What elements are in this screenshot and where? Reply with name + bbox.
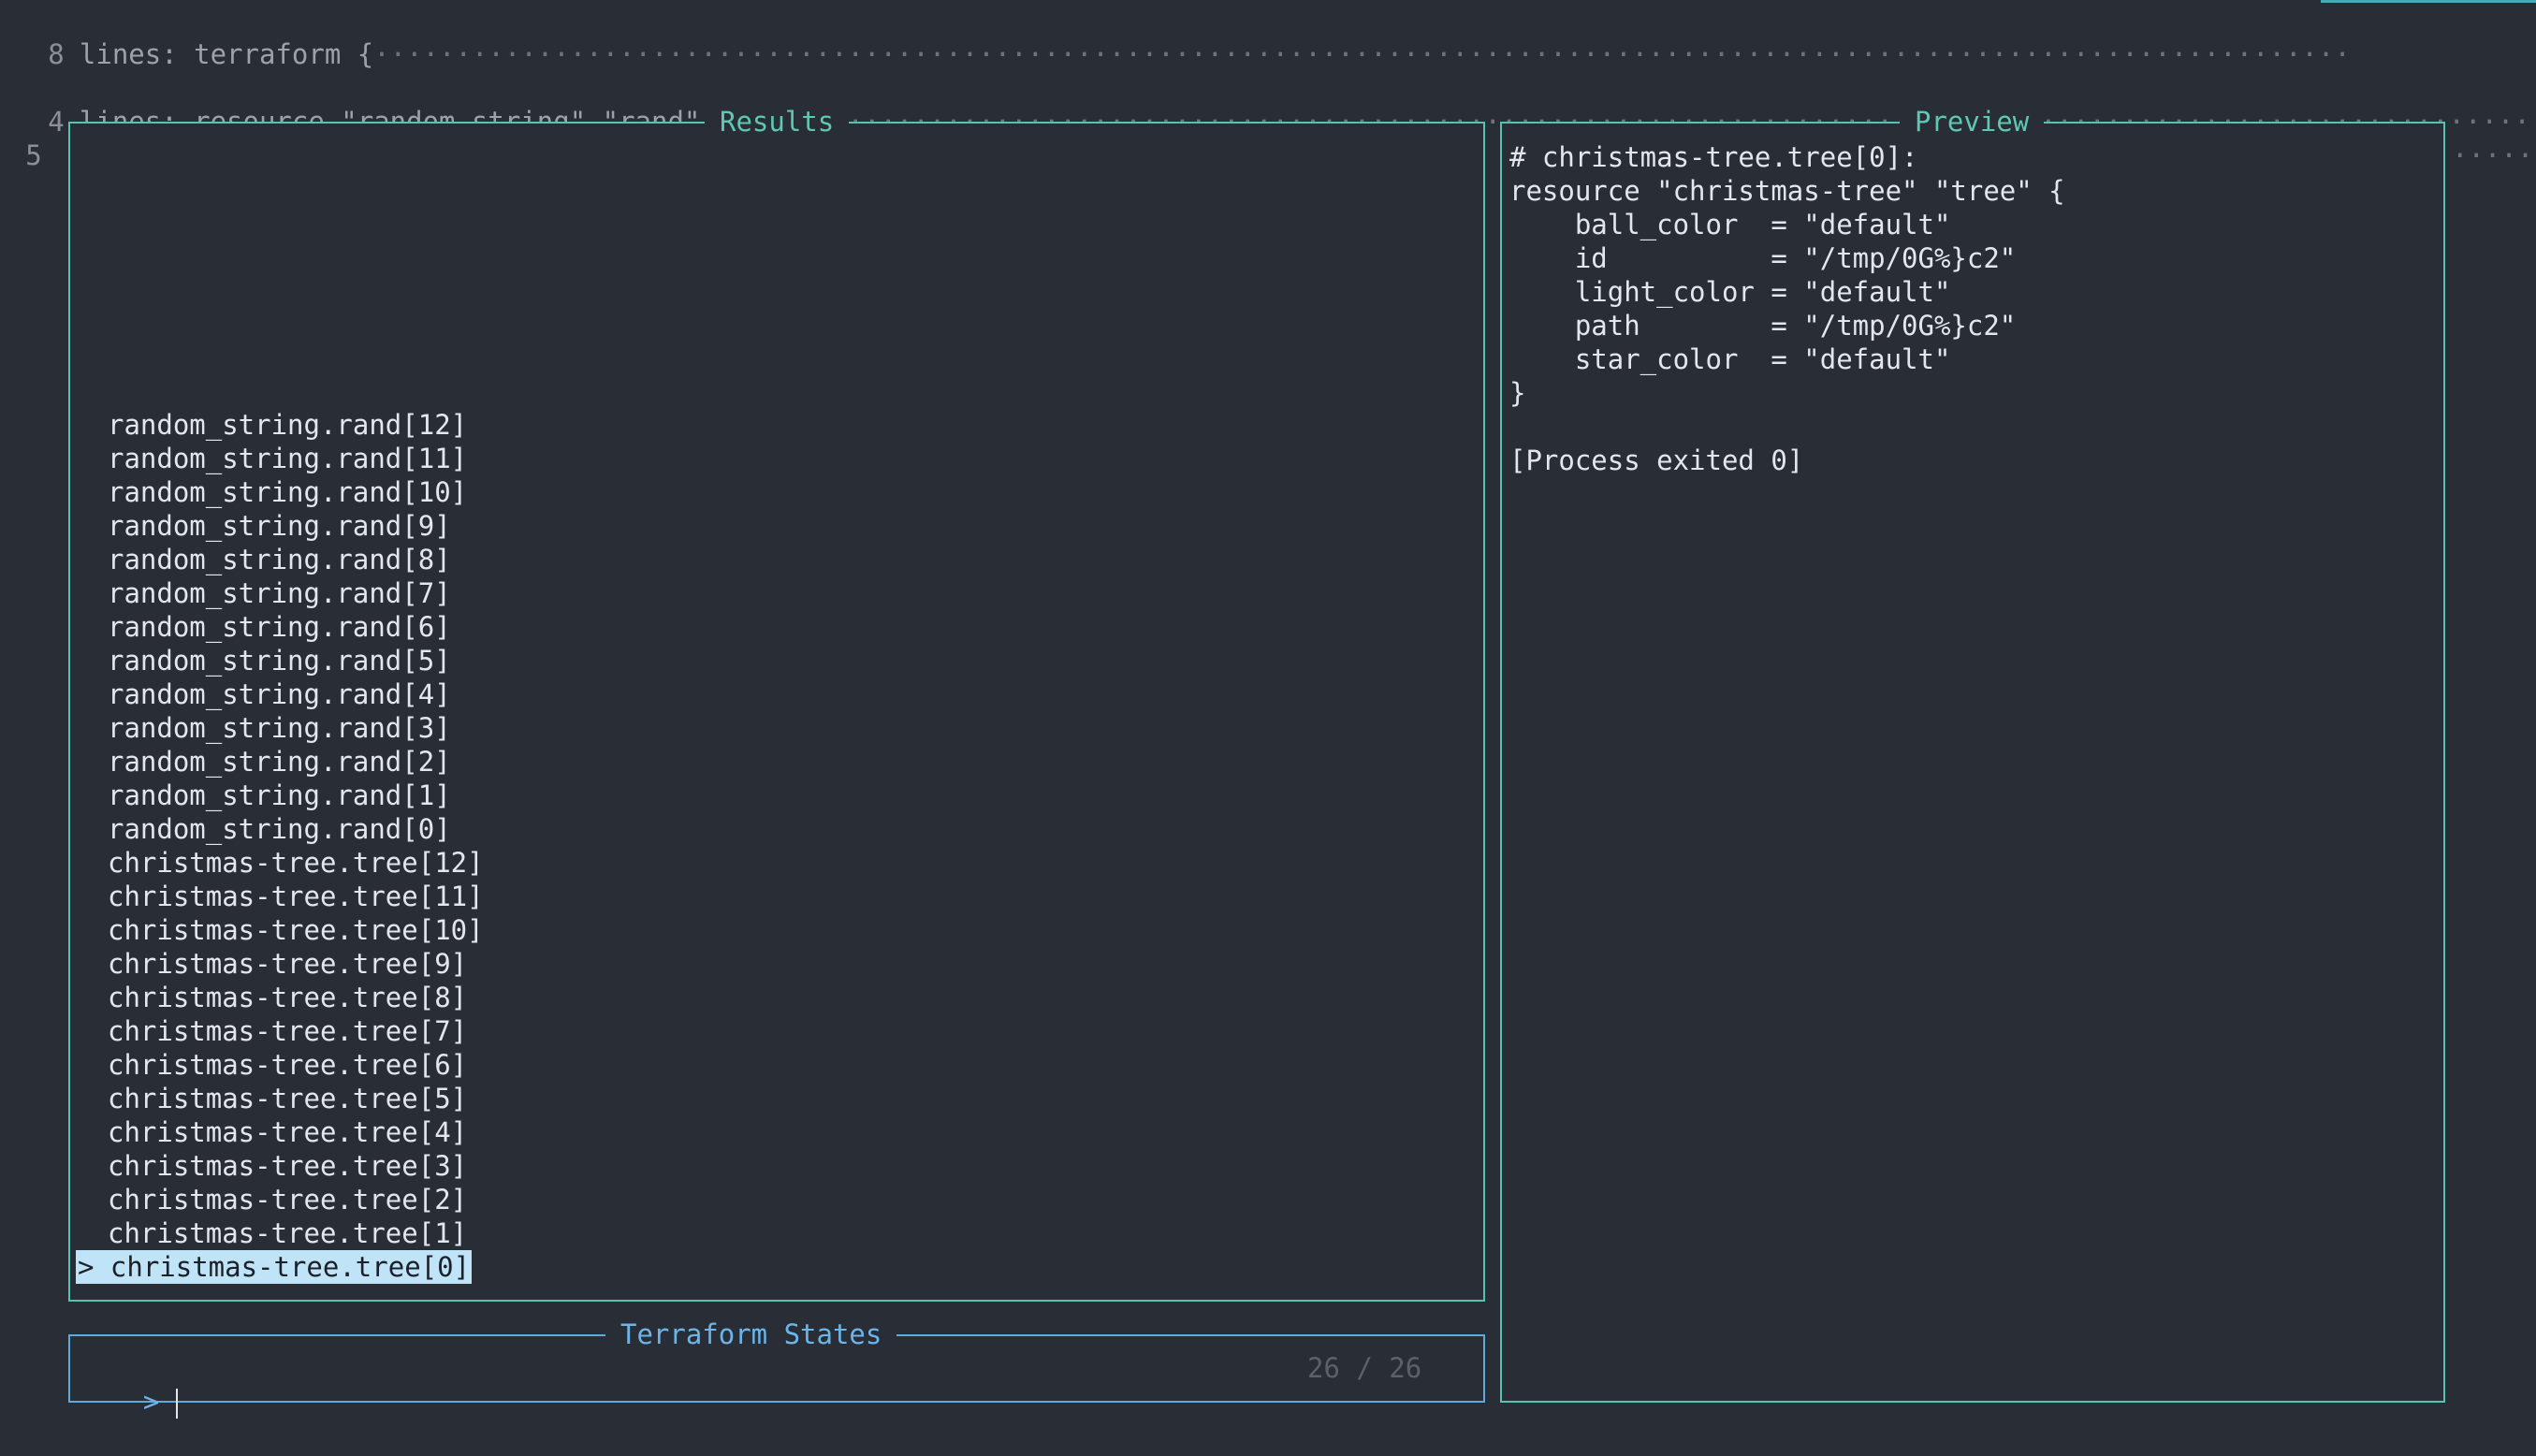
preview-panel: Preview # christmas-tree.tree[0]: resourc… bbox=[1500, 105, 2445, 1403]
results-list-item[interactable]: christmas-tree.tree[9] bbox=[108, 947, 467, 981]
preview-line: resource "christmas-tree" "tree" { bbox=[1509, 175, 2065, 207]
window-accent-bar bbox=[2321, 0, 2536, 3]
results-list-item[interactable]: random_string.rand[6] bbox=[108, 610, 451, 644]
fold-line-resource[interactable]: 4lines: resource "random_string" "rand" … bbox=[0, 71, 2536, 138]
search-panel-title: Terraform States bbox=[605, 1318, 897, 1351]
results-list-item[interactable]: random_string.rand[10] bbox=[108, 475, 467, 509]
preview-line: } bbox=[1509, 377, 1526, 409]
results-list-item[interactable]: christmas-tree.tree[2] bbox=[108, 1183, 467, 1216]
results-list-item[interactable]: random_string.rand[9] bbox=[108, 509, 451, 543]
results-panel: Results random_string.rand[12] random_str… bbox=[68, 105, 1485, 1302]
results-list-item[interactable]: random_string.rand[8] bbox=[108, 543, 451, 576]
preview-line: # christmas-tree.tree[0]: bbox=[1509, 141, 1918, 173]
search-input[interactable]: > bbox=[78, 1351, 178, 1419]
results-list-item[interactable]: random_string.rand[0] bbox=[108, 812, 451, 846]
results-list-item[interactable]: christmas-tree.tree[7] bbox=[108, 1014, 467, 1048]
fold-line-count: 8 bbox=[48, 38, 65, 70]
preview-panel-title: Preview bbox=[1900, 105, 2045, 138]
results-list-item[interactable]: christmas-tree.tree[8] bbox=[108, 981, 467, 1014]
results-list-item[interactable]: christmas-tree.tree[10] bbox=[108, 913, 484, 947]
results-list-item[interactable]: random_string.rand[1] bbox=[108, 779, 451, 812]
fold-line-text: lines: terraform { bbox=[79, 38, 374, 70]
results-list-item[interactable]: christmas-tree.tree[12] bbox=[108, 846, 484, 880]
results-list-item[interactable]: random_string.rand[12] bbox=[108, 408, 467, 442]
preview-line: ball_color = "default" bbox=[1509, 209, 1951, 240]
preview-line: id = "/tmp/0G%}c2" bbox=[1509, 242, 2017, 274]
prompt-icon: > bbox=[142, 1386, 160, 1418]
fold-filler-dots: ········································… bbox=[373, 38, 2351, 70]
results-list-item[interactable]: christmas-tree.tree[4] bbox=[108, 1115, 467, 1149]
results-list-item[interactable]: random_string.rand[5] bbox=[108, 644, 451, 677]
results-list-item[interactable]: christmas-tree.tree[11] bbox=[108, 880, 484, 913]
results-list-item[interactable]: random_string.rand[7] bbox=[108, 576, 451, 610]
preview-line: path = "/tmp/0G%}c2" bbox=[1509, 310, 2017, 342]
results-list-item[interactable]: christmas-tree.tree[6] bbox=[108, 1048, 467, 1082]
line-number-5: 5 bbox=[25, 139, 42, 171]
results-list-item[interactable]: random_string.rand[2] bbox=[108, 745, 451, 779]
preview-line: [Process exited 0] bbox=[1509, 444, 1804, 476]
results-list-item[interactable]: christmas-tree.tree[5] bbox=[108, 1082, 467, 1115]
results-list-item[interactable]: random_string.rand[11] bbox=[108, 442, 467, 475]
results-panel-title: Results bbox=[705, 105, 850, 138]
results-list-item[interactable]: christmas-tree.tree[1] bbox=[108, 1216, 467, 1250]
preview-line: light_color = "default" bbox=[1509, 276, 1951, 308]
preview-line: star_color = "default" bbox=[1509, 343, 1951, 375]
fold-line-terraform[interactable]: 8 lines: terraform {·····················… bbox=[0, 4, 2351, 70]
results-list-item[interactable]: random_string.rand[3] bbox=[108, 711, 451, 745]
results-list-item[interactable]: random_string.rand[4] bbox=[108, 677, 451, 711]
text-cursor bbox=[175, 1389, 178, 1419]
search-panel: Terraform States > 26 / 26 bbox=[68, 1318, 1485, 1419]
fold-filler-dots: ····· bbox=[2452, 139, 2534, 171]
match-counter: 26 / 26 bbox=[1307, 1352, 1422, 1384]
results-list-item[interactable]: christmas-tree.tree[3] bbox=[108, 1149, 467, 1183]
results-selected-item[interactable]: > christmas-tree.tree[0] bbox=[76, 1250, 473, 1284]
